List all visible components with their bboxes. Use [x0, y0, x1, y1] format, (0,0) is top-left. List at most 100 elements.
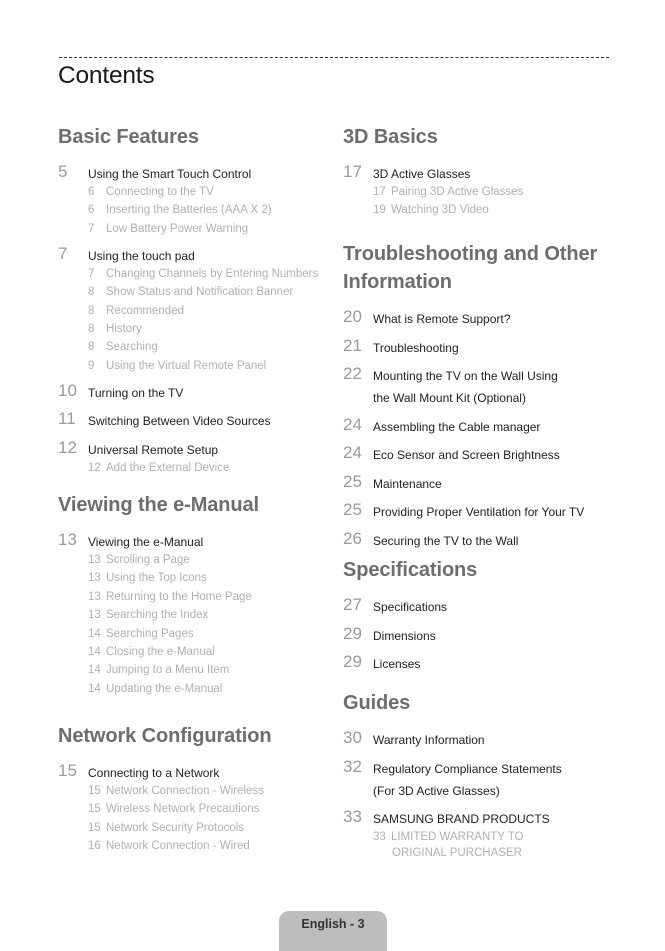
- entry-title[interactable]: Connecting to a Network: [88, 760, 219, 784]
- toc-entry[interactable]: 5 Using the Smart Touch Control 6 Connectin…: [58, 161, 328, 238]
- toc-entry[interactable]: 32 Regulatory Compliance Statements (For 3…: [343, 756, 633, 802]
- entry-title[interactable]: What is Remote Support?: [373, 306, 510, 330]
- subentry-title[interactable]: Show Status and Notification Banner: [106, 286, 293, 298]
- subentry-title[interactable]: Returning to the Home Page: [106, 591, 252, 603]
- toc-entry[interactable]: 7 Using the touch pad 7 Changing Channels b…: [58, 243, 328, 375]
- subentry-title[interactable]: Wireless Network Precautions: [106, 803, 259, 815]
- toc-entry[interactable]: 29 Licenses: [343, 651, 633, 675]
- entry-title[interactable]: Mounting the TV on the Wall Using: [373, 363, 558, 387]
- toc-subentry[interactable]: 13 Using the Top Icons: [88, 569, 328, 587]
- entry-title[interactable]: Specifications: [373, 594, 447, 618]
- subentry-title[interactable]: Inserting the Batteries (AAA X 2): [106, 204, 272, 216]
- entry-title[interactable]: Assembling the Cable manager: [373, 414, 540, 438]
- toc-entry[interactable]: 20 What is Remote Support?: [343, 306, 633, 330]
- toc-entry[interactable]: 17 3D Active Glasses 17 Pairing 3D Active G…: [343, 161, 633, 220]
- toc-entry[interactable]: 24 Assembling the Cable manager: [343, 414, 633, 438]
- toc-entry[interactable]: 27 Specifications: [343, 594, 633, 618]
- entry-title[interactable]: Universal Remote Setup: [88, 437, 218, 461]
- entry-title[interactable]: SAMSUNG BRAND PRODUCTS: [373, 806, 550, 830]
- toc-subentry[interactable]: 16 Network Connection - Wired: [88, 837, 328, 855]
- subentry-title[interactable]: Using the Virtual Remote Panel: [106, 360, 266, 372]
- toc-entry[interactable]: 26 Securing the TV to the Wall: [343, 528, 633, 552]
- toc-subentry[interactable]: 15 Network Security Protocols: [88, 819, 328, 837]
- toc-subentry[interactable]: 17 Pairing 3D Active Glasses: [373, 183, 633, 201]
- toc-entry[interactable]: 25 Providing Proper Ventilation for Your …: [343, 499, 633, 523]
- toc-entry[interactable]: 25 Maintenance: [343, 471, 633, 495]
- subentry-title[interactable]: Add the External Device: [106, 462, 229, 474]
- entry-title-continued[interactable]: (For 3D Active Glasses): [373, 780, 633, 802]
- toc-entry[interactable]: 11 Switching Between Video Sources: [58, 408, 328, 432]
- entry-title[interactable]: 3D Active Glasses: [373, 161, 470, 185]
- toc-subentry[interactable]: 8 History: [88, 320, 328, 338]
- entry-page-number: 29: [343, 652, 362, 671]
- subentry-title[interactable]: History: [106, 323, 142, 335]
- toc-subentry[interactable]: 12 Add the External Device: [88, 459, 328, 477]
- subentry-title[interactable]: Pairing 3D Active Glasses: [391, 186, 523, 198]
- entry-title[interactable]: Regulatory Compliance Statements: [373, 756, 562, 780]
- toc-subentry[interactable]: 6 Connecting to the TV: [88, 183, 328, 201]
- toc-subentry[interactable]: 15 Wireless Network Precautions: [88, 800, 328, 818]
- toc-subentry[interactable]: 9 Using the Virtual Remote Panel: [88, 357, 328, 375]
- entry-title-continued[interactable]: the Wall Mount Kit (Optional): [373, 387, 633, 409]
- subentry-title[interactable]: Connecting to the TV: [106, 186, 214, 198]
- subentry-title[interactable]: Searching Pages: [106, 628, 194, 640]
- toc-entry[interactable]: 21 Troubleshooting: [343, 335, 633, 359]
- subentry-title[interactable]: Closing the e-Manual: [106, 646, 215, 658]
- subentry-title-continued[interactable]: ORIGINAL PURCHASER: [373, 846, 633, 860]
- toc-subentry[interactable]: 14 Closing the e-Manual: [88, 643, 328, 661]
- toc-entry[interactable]: 29 Dimensions: [343, 623, 633, 647]
- toc-subentry[interactable]: 8 Recommended: [88, 302, 328, 320]
- toc-subentry[interactable]: 15 Network Connection - Wireless: [88, 782, 328, 800]
- toc-entry[interactable]: 33 SAMSUNG BRAND PRODUCTS 33 LIMITED WARRAN…: [343, 806, 633, 860]
- toc-subentry[interactable]: 33 LIMITED WARRANTY TO ORIGINAL PURCHASER: [373, 828, 633, 860]
- toc-subentry[interactable]: 6 Inserting the Batteries (AAA X 2): [88, 201, 328, 219]
- subentry-title[interactable]: Network Connection - Wired: [106, 840, 250, 852]
- entry-title[interactable]: Maintenance: [373, 471, 442, 495]
- toc-entry[interactable]: 12 Universal Remote Setup 12 Add the Extern…: [58, 437, 328, 477]
- subentry-page-number: 9: [88, 359, 95, 372]
- toc-entry[interactable]: 22 Mounting the TV on the Wall Using the W…: [343, 363, 633, 409]
- entry-title[interactable]: Warranty Information: [373, 727, 485, 751]
- subentry-title[interactable]: Changing Channels by Entering Numbers: [106, 268, 318, 280]
- entry-title[interactable]: Switching Between Video Sources: [88, 408, 271, 432]
- entry-title[interactable]: Securing the TV to the Wall: [373, 528, 518, 552]
- entry-title[interactable]: Viewing the e-Manual: [88, 529, 203, 553]
- toc-subentry[interactable]: 7 Low Battery Power Warning: [88, 220, 328, 238]
- entry-title[interactable]: Licenses: [373, 651, 420, 675]
- toc-subentry[interactable]: 14 Searching Pages: [88, 625, 328, 643]
- toc-entry[interactable]: 10 Turning on the TV: [58, 380, 328, 404]
- entry-title[interactable]: Troubleshooting: [373, 335, 459, 359]
- subentry-title[interactable]: Updating the e-Manual: [106, 683, 222, 695]
- subentry-title[interactable]: Watching 3D Video: [391, 204, 489, 216]
- toc-subentry[interactable]: 13 Scrolling a Page: [88, 551, 328, 569]
- subentry-title[interactable]: Using the Top Icons: [106, 572, 207, 584]
- subentry-title[interactable]: Recommended: [106, 305, 184, 317]
- toc-subentry[interactable]: 19 Watching 3D Video: [373, 201, 633, 219]
- entry-title[interactable]: Turning on the TV: [88, 380, 183, 404]
- toc-entry[interactable]: 24 Eco Sensor and Screen Brightness: [343, 442, 633, 466]
- entry-title[interactable]: Eco Sensor and Screen Brightness: [373, 442, 560, 466]
- toc-subentry[interactable]: 7 Changing Channels by Entering Numbers: [88, 265, 328, 283]
- toc-entry[interactable]: 13 Viewing the e-Manual 13 Scrolling a Page…: [58, 529, 328, 698]
- entry-title[interactable]: Dimensions: [373, 623, 436, 647]
- toc-subentry[interactable]: 13 Searching the Index: [88, 606, 328, 624]
- toc-subentry[interactable]: 8 Show Status and Notification Banner: [88, 283, 328, 301]
- toc-entry[interactable]: 30 Warranty Information: [343, 727, 633, 751]
- subentry-title[interactable]: Searching the Index: [106, 609, 208, 621]
- toc-subentry[interactable]: 13 Returning to the Home Page: [88, 588, 328, 606]
- toc-subentry[interactable]: 14 Jumping to a Menu Item: [88, 661, 328, 679]
- subentry-title[interactable]: Jumping to a Menu Item: [106, 664, 229, 676]
- entry-title[interactable]: Using the touch pad: [88, 243, 195, 267]
- subentry-title[interactable]: Scrolling a Page: [106, 554, 190, 566]
- entry-title[interactable]: Providing Proper Ventilation for Your TV: [373, 499, 584, 523]
- subentry-title[interactable]: LIMITED WARRANTY TO: [391, 831, 523, 843]
- entry-title[interactable]: Using the Smart Touch Control: [88, 161, 251, 185]
- subentry-title[interactable]: Low Battery Power Warning: [106, 223, 248, 235]
- toc-section: Troubleshooting and Other Information 20 W…: [343, 240, 633, 552]
- subentry-title[interactable]: Searching: [106, 341, 158, 353]
- subentry-title[interactable]: Network Connection - Wireless: [106, 785, 264, 797]
- toc-subentry[interactable]: 8 Searching: [88, 338, 328, 356]
- subentry-title[interactable]: Network Security Protocols: [106, 822, 244, 834]
- toc-subentry[interactable]: 14 Updating the e-Manual: [88, 680, 328, 698]
- toc-entry[interactable]: 15 Connecting to a Network 15 Network Conne…: [58, 760, 328, 856]
